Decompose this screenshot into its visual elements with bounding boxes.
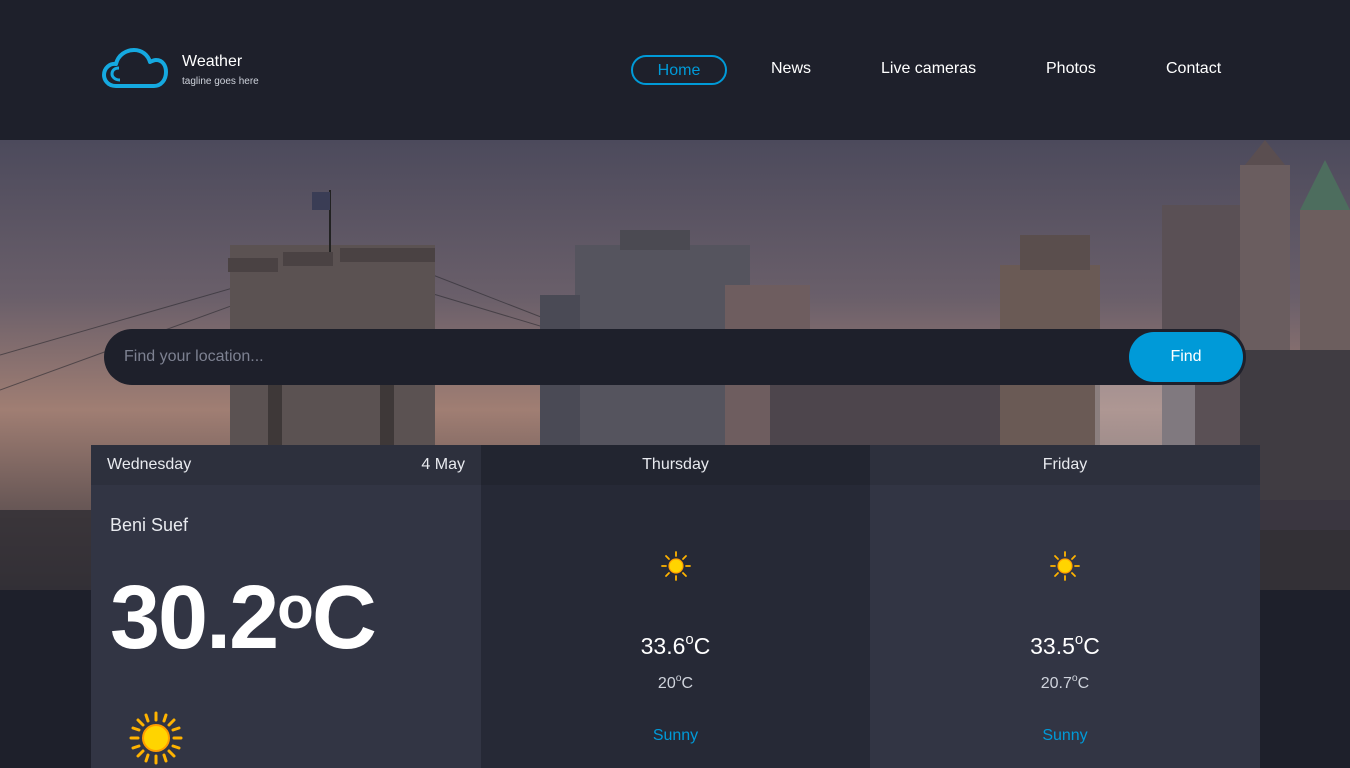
max-degree-symbol: o xyxy=(1074,631,1084,648)
min-degree-symbol: o xyxy=(1071,673,1078,684)
forecast-day-friday: Friday 33.5oC 20.7oC Sunny xyxy=(870,445,1260,768)
sun-icon xyxy=(129,711,183,765)
min-temperature-value: 20.7 xyxy=(1040,675,1072,692)
min-degree-symbol: o xyxy=(675,673,682,684)
min-temperature: 20oC xyxy=(481,673,870,693)
min-temperature: 20.7oC xyxy=(870,673,1260,693)
min-temperature-unit: C xyxy=(681,675,694,692)
max-temperature-value: 33.5 xyxy=(1030,633,1075,659)
min-temperature-value: 20 xyxy=(657,675,676,692)
site-header: Weather tagline goes here Home News Live… xyxy=(0,0,1350,140)
today-date: 4 May xyxy=(421,456,465,473)
location-search-bar: Find xyxy=(104,329,1246,385)
forecast-panel: Wednesday 4 May Beni Suef 30.2oC Thursda… xyxy=(91,445,1260,768)
nav-news[interactable]: News xyxy=(771,55,811,85)
cloud-logo-icon xyxy=(102,48,168,88)
forecast-day-header: Thursday xyxy=(481,445,870,485)
weather-condition: Sunny xyxy=(1042,727,1088,744)
nav-contact[interactable]: Contact xyxy=(1166,55,1221,85)
today-day: Wednesday xyxy=(107,456,192,473)
brand[interactable]: Weather tagline goes here xyxy=(102,48,259,90)
min-temperature-unit: C xyxy=(1077,675,1090,692)
max-temperature: 33.5oC xyxy=(870,631,1260,660)
nav-live-cameras[interactable]: Live cameras xyxy=(881,55,976,85)
location-search-input[interactable] xyxy=(124,343,1104,371)
current-temperature-value: 30.2 xyxy=(110,568,279,668)
forecast-day-header: Friday xyxy=(870,445,1260,485)
nav-home[interactable]: Home xyxy=(631,55,727,85)
sun-icon xyxy=(1050,551,1080,581)
max-temperature: 33.6oC xyxy=(481,631,870,660)
max-temperature-value: 33.6 xyxy=(640,633,686,659)
current-temperature: 30.2oC xyxy=(110,567,377,670)
max-degree-symbol: o xyxy=(685,631,694,648)
max-temperature-unit: C xyxy=(1083,633,1100,659)
current-degree-symbol: o xyxy=(277,574,314,641)
sun-icon xyxy=(660,551,691,581)
brand-tagline: tagline goes here xyxy=(182,75,259,87)
location-name: Beni Suef xyxy=(110,515,189,535)
forecast-today-header: Wednesday 4 May xyxy=(91,445,481,485)
weather-condition: Sunny xyxy=(652,727,699,744)
forecast-today: Wednesday 4 May Beni Suef 30.2oC xyxy=(91,445,481,768)
find-button[interactable]: Find xyxy=(1129,332,1243,382)
nav-photos[interactable]: Photos xyxy=(1046,55,1096,85)
current-temperature-unit: C xyxy=(311,568,377,668)
brand-title: Weather xyxy=(182,52,243,70)
max-temperature-unit: C xyxy=(693,633,711,659)
forecast-day-thursday: Thursday 33.6oC 20oC Sunny xyxy=(481,445,870,768)
